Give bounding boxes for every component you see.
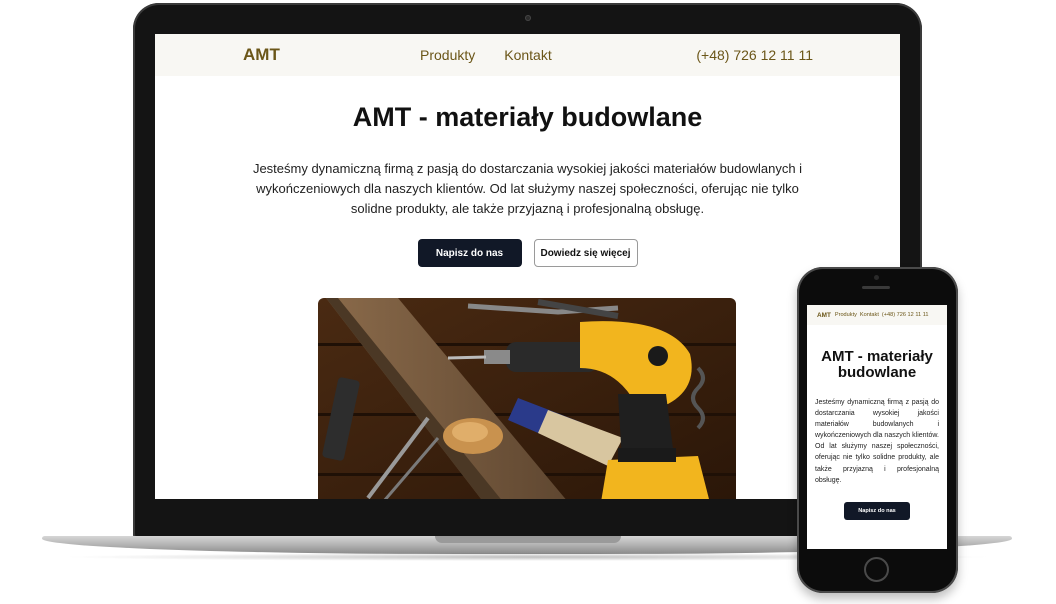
phone-screen: AMT Produkty Kontakt (+48) 726 12 11 11 … — [807, 305, 947, 549]
mobile-logo[interactable]: AMT — [817, 312, 831, 319]
mobile-nav-link-produkty[interactable]: Produkty — [835, 312, 857, 318]
hero-image — [318, 298, 736, 499]
laptop-screen: AMT Produkty Kontakt (+48) 726 12 11 11 … — [155, 34, 900, 499]
camera-icon — [525, 15, 531, 21]
phone-number[interactable]: (+48) 726 12 11 11 — [696, 47, 813, 63]
mobile-navbar: AMT Produkty Kontakt (+48) 726 12 11 11 — [807, 305, 947, 325]
company-description: Jesteśmy dynamiczną firmą z pasją do dos… — [252, 161, 803, 216]
nav-link-produkty[interactable]: Produkty — [420, 47, 475, 63]
nav-link-kontakt[interactable]: Kontakt — [504, 47, 551, 63]
mobile-page-title: AMT - materiały budowlane — [821, 348, 933, 381]
cta-buttons: Napisz do nas Dowiedz się więcej — [155, 239, 900, 267]
page-title: AMT - materiały budowlane — [352, 102, 703, 132]
mobile-company-description: Jesteśmy dynamiczną firmą z pasją do dos… — [815, 399, 939, 484]
tools-drill-photo-icon — [318, 298, 736, 499]
mobile-contact-button[interactable]: Napisz do nas — [844, 501, 910, 520]
site-logo[interactable]: AMT — [243, 45, 280, 65]
learn-more-button[interactable]: Dowiedz się więcej — [533, 239, 638, 267]
phone-speaker — [862, 286, 890, 289]
mobile-phone-number[interactable]: (+48) 726 12 11 11 — [882, 312, 929, 318]
phone-frame: AMT Produkty Kontakt (+48) 726 12 11 11 … — [797, 267, 958, 593]
contact-button[interactable]: Napisz do nas — [417, 239, 522, 267]
phone-camera-icon — [874, 275, 879, 280]
laptop-notch — [435, 536, 621, 543]
desktop-navbar: AMT Produkty Kontakt (+48) 726 12 11 11 — [155, 34, 900, 76]
home-button-icon[interactable] — [864, 557, 889, 582]
desktop-nav-links: Produkty Kontakt — [420, 47, 552, 63]
mobile-nav-link-kontakt[interactable]: Kontakt — [860, 312, 879, 318]
